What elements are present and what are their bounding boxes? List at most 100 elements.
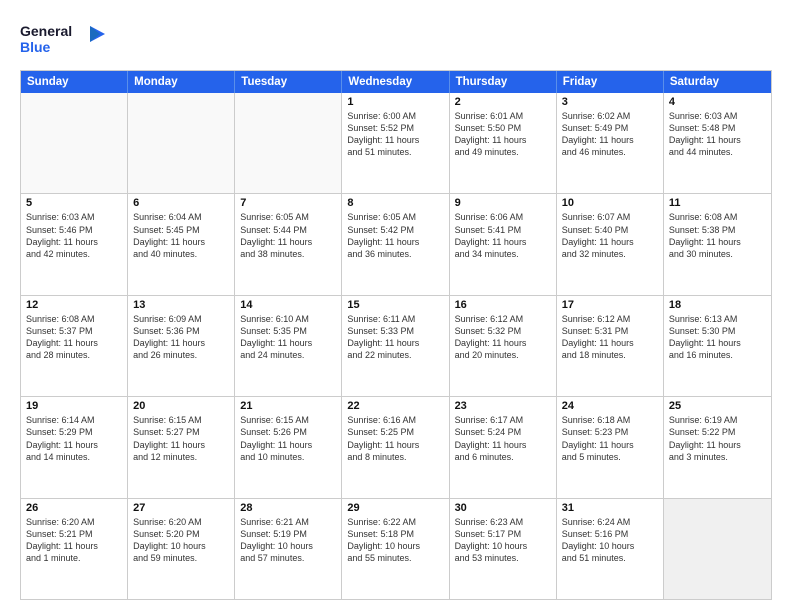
day-info: Sunrise: 6:21 AMSunset: 5:19 PMDaylight:… [240, 516, 336, 565]
calendar: SundayMondayTuesdayWednesdayThursdayFrid… [20, 70, 772, 600]
calendar-header: SundayMondayTuesdayWednesdayThursdayFrid… [21, 71, 771, 93]
day-info: Sunrise: 6:01 AMSunset: 5:50 PMDaylight:… [455, 110, 551, 159]
day-number: 9 [455, 197, 551, 209]
day-number: 4 [669, 96, 766, 108]
logo: General Blue [20, 18, 110, 60]
day-info: Sunrise: 6:18 AMSunset: 5:23 PMDaylight:… [562, 414, 658, 463]
weekday-header: Friday [557, 71, 664, 93]
day-cell: 18 Sunrise: 6:13 AMSunset: 5:30 PMDayligh… [664, 296, 771, 396]
day-number: 22 [347, 400, 443, 412]
day-cell: 7Sunrise: 6:05 AMSunset: 5:44 PMDaylight… [235, 194, 342, 294]
day-number: 30 [455, 502, 551, 514]
day-cell: 5 Sunrise: 6:03 AMSunset: 5:46 PMDaylight… [21, 194, 128, 294]
empty-cell [235, 93, 342, 193]
day-cell: 11Sunrise: 6:08 AMSunset: 5:38 PMDayligh… [664, 194, 771, 294]
day-cell: 28 Sunrise: 6:21 AMSunset: 5:19 PMDayligh… [235, 499, 342, 599]
calendar-row: 12 Sunrise: 6:08 AMSunset: 5:37 PMDayligh… [21, 296, 771, 397]
calendar-row: 1Sunrise: 6:00 AMSunset: 5:52 PMDaylight… [21, 93, 771, 194]
day-info: Sunrise: 6:24 AMSunset: 5:16 PMDaylight:… [562, 516, 658, 565]
day-info: Sunrise: 6:19 AMSunset: 5:22 PMDaylight:… [669, 414, 766, 463]
day-info: Sunrise: 6:03 AMSunset: 5:48 PMDaylight:… [669, 110, 766, 159]
day-info: Sunrise: 6:05 AMSunset: 5:42 PMDaylight:… [347, 211, 443, 260]
day-info: Sunrise: 6:08 AMSunset: 5:38 PMDaylight:… [669, 211, 766, 260]
day-cell: 23Sunrise: 6:17 AMSunset: 5:24 PMDayligh… [450, 397, 557, 497]
day-cell: 27 Sunrise: 6:20 AMSunset: 5:20 PMDayligh… [128, 499, 235, 599]
day-number: 6 [133, 197, 229, 209]
day-info: Sunrise: 6:20 AMSunset: 5:21 PMDaylight:… [26, 516, 122, 565]
day-number: 16 [455, 299, 551, 311]
day-info: Sunrise: 6:16 AMSunset: 5:25 PMDaylight:… [347, 414, 443, 463]
svg-text:General: General [20, 23, 72, 39]
day-info: Sunrise: 6:04 AMSunset: 5:45 PMDaylight:… [133, 211, 229, 260]
day-info: Sunrise: 6:20 AMSunset: 5:20 PMDaylight:… [133, 516, 229, 565]
day-number: 13 [133, 299, 229, 311]
day-info: Sunrise: 6:03 AMSunset: 5:46 PMDaylight:… [26, 211, 122, 260]
day-number: 31 [562, 502, 658, 514]
day-info: Sunrise: 6:10 AMSunset: 5:35 PMDaylight:… [240, 313, 336, 362]
day-cell: 16Sunrise: 6:12 AMSunset: 5:32 PMDayligh… [450, 296, 557, 396]
day-cell: 8 Sunrise: 6:05 AMSunset: 5:42 PMDaylight… [342, 194, 449, 294]
empty-cell [21, 93, 128, 193]
day-number: 1 [347, 96, 443, 108]
day-number: 29 [347, 502, 443, 514]
day-number: 14 [240, 299, 336, 311]
day-info: Sunrise: 6:22 AMSunset: 5:18 PMDaylight:… [347, 516, 443, 565]
day-cell: 26 Sunrise: 6:20 AMSunset: 5:21 PMDayligh… [21, 499, 128, 599]
day-cell: 24 Sunrise: 6:18 AMSunset: 5:23 PMDayligh… [557, 397, 664, 497]
day-cell: 29 Sunrise: 6:22 AMSunset: 5:18 PMDayligh… [342, 499, 449, 599]
day-cell: 12 Sunrise: 6:08 AMSunset: 5:37 PMDayligh… [21, 296, 128, 396]
day-info: Sunrise: 6:08 AMSunset: 5:37 PMDaylight:… [26, 313, 122, 362]
day-cell: 20 Sunrise: 6:15 AMSunset: 5:27 PMDayligh… [128, 397, 235, 497]
weekday-header: Sunday [21, 71, 128, 93]
day-number: 3 [562, 96, 658, 108]
calendar-row: 5 Sunrise: 6:03 AMSunset: 5:46 PMDaylight… [21, 194, 771, 295]
day-cell: 2 Sunrise: 6:01 AMSunset: 5:50 PMDaylight… [450, 93, 557, 193]
day-cell: 10Sunrise: 6:07 AMSunset: 5:40 PMDayligh… [557, 194, 664, 294]
empty-cell [128, 93, 235, 193]
empty-cell [664, 499, 771, 599]
day-number: 5 [26, 197, 122, 209]
day-number: 15 [347, 299, 443, 311]
day-number: 20 [133, 400, 229, 412]
day-info: Sunrise: 6:02 AMSunset: 5:49 PMDaylight:… [562, 110, 658, 159]
day-number: 26 [26, 502, 122, 514]
day-number: 21 [240, 400, 336, 412]
day-cell: 21 Sunrise: 6:15 AMSunset: 5:26 PMDayligh… [235, 397, 342, 497]
day-info: Sunrise: 6:09 AMSunset: 5:36 PMDaylight:… [133, 313, 229, 362]
weekday-header: Saturday [664, 71, 771, 93]
day-cell: 25 Sunrise: 6:19 AMSunset: 5:22 PMDayligh… [664, 397, 771, 497]
day-number: 27 [133, 502, 229, 514]
day-number: 8 [347, 197, 443, 209]
day-info: Sunrise: 6:23 AMSunset: 5:17 PMDaylight:… [455, 516, 551, 565]
day-cell: 17 Sunrise: 6:12 AMSunset: 5:31 PMDayligh… [557, 296, 664, 396]
day-cell: 3 Sunrise: 6:02 AMSunset: 5:49 PMDaylight… [557, 93, 664, 193]
day-info: Sunrise: 6:14 AMSunset: 5:29 PMDaylight:… [26, 414, 122, 463]
day-cell: 9Sunrise: 6:06 AMSunset: 5:41 PMDaylight… [450, 194, 557, 294]
weekday-header: Wednesday [342, 71, 449, 93]
day-number: 25 [669, 400, 766, 412]
day-info: Sunrise: 6:15 AMSunset: 5:27 PMDaylight:… [133, 414, 229, 463]
day-number: 2 [455, 96, 551, 108]
day-info: Sunrise: 6:15 AMSunset: 5:26 PMDaylight:… [240, 414, 336, 463]
calendar-row: 19Sunrise: 6:14 AMSunset: 5:29 PMDayligh… [21, 397, 771, 498]
calendar-row: 26 Sunrise: 6:20 AMSunset: 5:21 PMDayligh… [21, 499, 771, 599]
day-info: Sunrise: 6:13 AMSunset: 5:30 PMDaylight:… [669, 313, 766, 362]
day-info: Sunrise: 6:17 AMSunset: 5:24 PMDaylight:… [455, 414, 551, 463]
day-info: Sunrise: 6:05 AMSunset: 5:44 PMDaylight:… [240, 211, 336, 260]
day-info: Sunrise: 6:11 AMSunset: 5:33 PMDaylight:… [347, 313, 443, 362]
day-number: 24 [562, 400, 658, 412]
day-cell: 6 Sunrise: 6:04 AMSunset: 5:45 PMDaylight… [128, 194, 235, 294]
svg-text:Blue: Blue [20, 39, 51, 55]
day-cell: 1Sunrise: 6:00 AMSunset: 5:52 PMDaylight… [342, 93, 449, 193]
day-number: 12 [26, 299, 122, 311]
day-cell: 4 Sunrise: 6:03 AMSunset: 5:48 PMDaylight… [664, 93, 771, 193]
day-cell: 31 Sunrise: 6:24 AMSunset: 5:16 PMDayligh… [557, 499, 664, 599]
day-cell: 14 Sunrise: 6:10 AMSunset: 5:35 PMDayligh… [235, 296, 342, 396]
weekday-header: Monday [128, 71, 235, 93]
day-number: 17 [562, 299, 658, 311]
day-number: 18 [669, 299, 766, 311]
header: General Blue [20, 18, 772, 60]
day-number: 28 [240, 502, 336, 514]
day-info: Sunrise: 6:12 AMSunset: 5:31 PMDaylight:… [562, 313, 658, 362]
day-cell: 30 Sunrise: 6:23 AMSunset: 5:17 PMDayligh… [450, 499, 557, 599]
